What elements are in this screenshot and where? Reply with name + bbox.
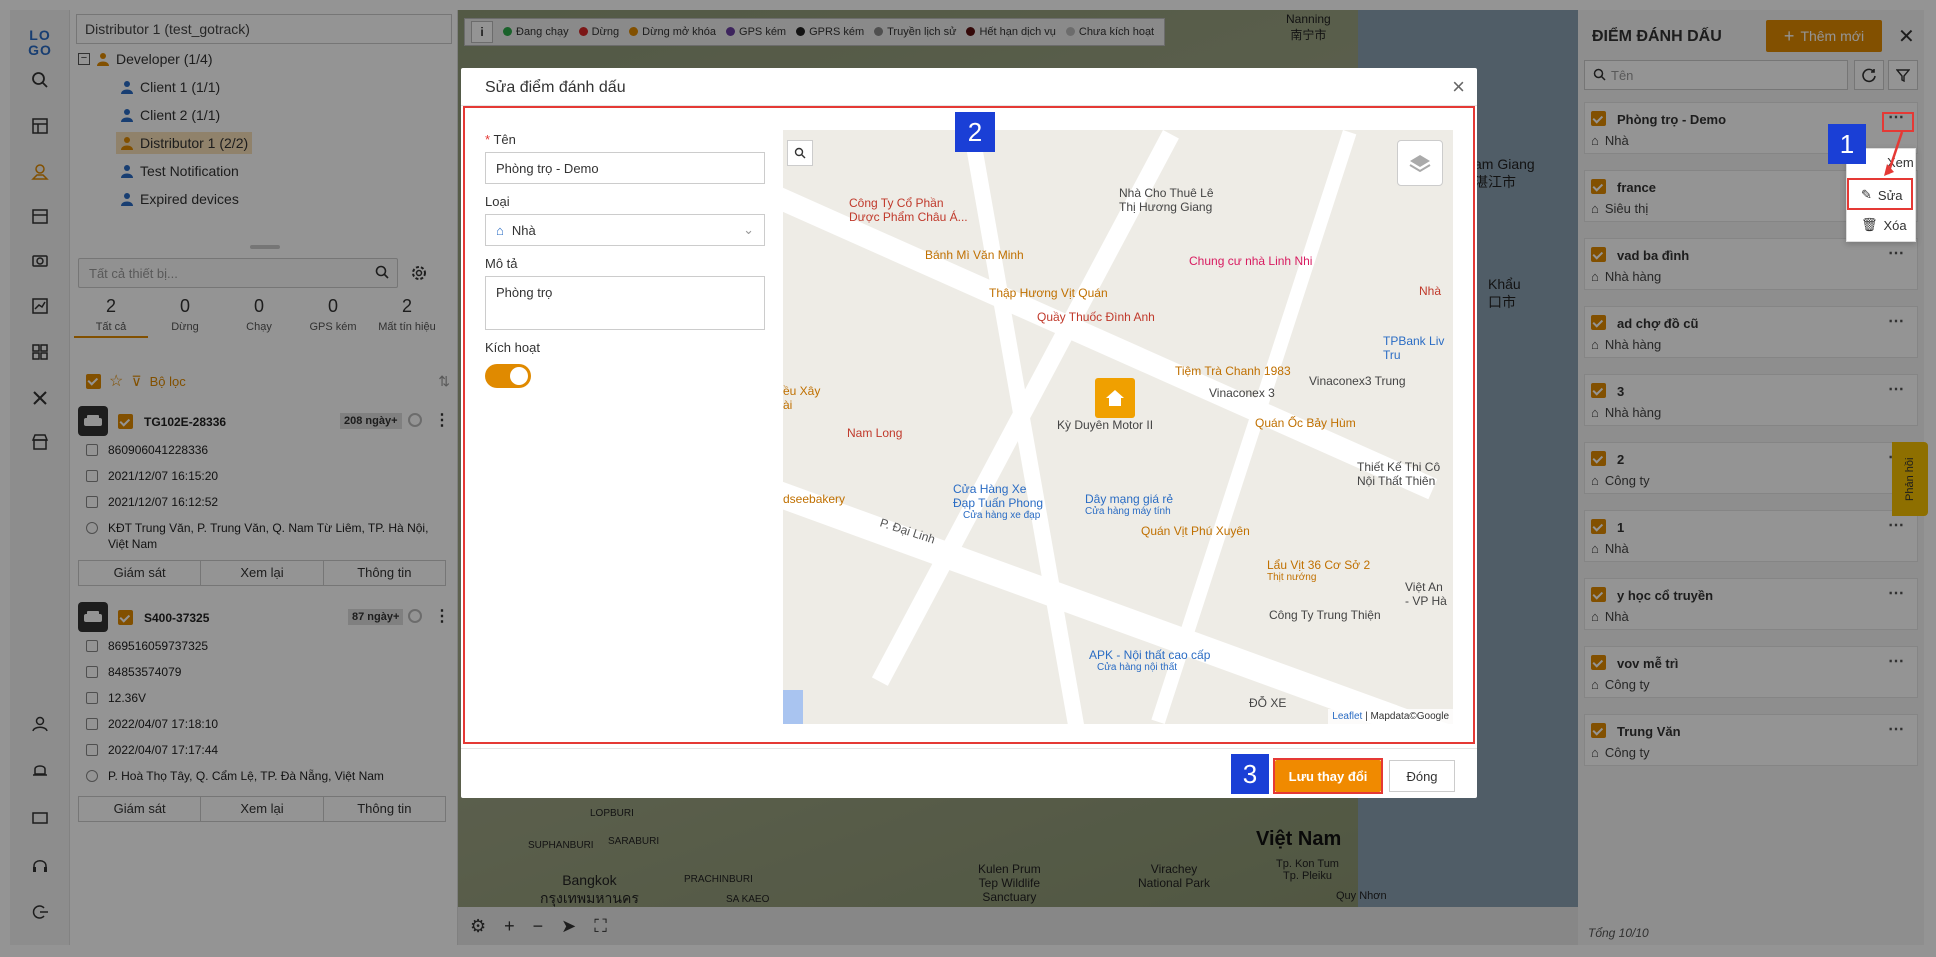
type-label: Loại	[485, 194, 510, 209]
poi-label: Quầy Thuốc Đình Anh	[1037, 310, 1155, 324]
marker-home-pin-icon[interactable]	[1095, 378, 1135, 418]
save-changes-button[interactable]: Lưu thay đổi	[1275, 760, 1381, 792]
layers-icon[interactable]	[1397, 140, 1443, 186]
dialog-header: Sửa điểm đánh dấu ×	[461, 68, 1477, 106]
poi-label: Cửa Hàng Xe Đạp Tuấn Phong	[953, 482, 1044, 510]
poi-label: Vinaconex 3	[1209, 386, 1275, 400]
poi-label: ĐỖ XE	[1249, 696, 1287, 710]
edit-marker-dialog: Sửa điểm đánh dấu × * Tên Phòng trọ - De…	[461, 68, 1477, 798]
name-input[interactable]: Phòng trọ - Demo	[485, 152, 765, 184]
poi-label: Quán Ốc Bảy Hùm	[1255, 416, 1356, 430]
poi-label: Tiệm Trà Chanh 1983	[1175, 364, 1291, 378]
dialog-close-icon[interactable]: ×	[1452, 74, 1465, 100]
active-label: Kích hoạt	[485, 340, 540, 355]
poi-label: Thiết Kế Thi Cô Nội Thất Thiên	[1357, 460, 1441, 488]
poi-label: Dây mạng giá rẻ	[1085, 492, 1174, 506]
trash-icon: 🗑	[1861, 217, 1878, 232]
poi-sublabel: Thịt nướng	[1267, 572, 1317, 583]
poi-label: Vinaconex3 Trung	[1309, 374, 1406, 388]
poi-label: Nam Long	[847, 426, 903, 440]
type-select[interactable]: ⌂ Nhà ⌄	[485, 214, 765, 246]
dialog-title: Sửa điểm đánh dấu	[485, 79, 626, 96]
map-search-icon[interactable]	[787, 140, 813, 166]
poi-sublabel: Cửa hàng nội thất	[1097, 662, 1178, 673]
type-value: Nhà	[511, 222, 536, 238]
menu-delete[interactable]: 🗑 Xóa	[1861, 217, 1907, 233]
description-label: Mô tả	[485, 256, 518, 271]
poi-label: dseebakery	[783, 492, 846, 506]
annotation-badge-1: 1	[1828, 124, 1866, 164]
map-attribution: Leaflet | Mapdata©Google	[1328, 709, 1453, 724]
poi-label: ều Xây ài	[783, 384, 821, 412]
poi-label: Việt An - VP Hà	[1405, 580, 1447, 608]
name-label: * Tên	[485, 132, 516, 147]
water	[783, 690, 803, 724]
poi-label: APK - Nội thất cao cấp	[1089, 648, 1211, 662]
poi-label: Kỳ Duyên Motor II	[1057, 418, 1154, 432]
poi-label: Chung cư nhà Linh Nhi	[1189, 254, 1313, 268]
annotation-arrow	[1884, 131, 1904, 176]
home-icon: ⌂	[496, 222, 504, 238]
poi-sublabel: Cửa hàng xe đạp	[963, 510, 1041, 521]
description-textarea[interactable]: Phòng trọ	[485, 276, 765, 330]
app-root: LO GO Distributor 1 (test_gotrack) − Deve…	[0, 0, 1936, 957]
leaflet-link[interactable]: Leaflet	[1332, 711, 1362, 722]
poi-label: Thập Hương Vịt Quán	[989, 286, 1108, 300]
poi-sublabel: Cửa hàng máy tính	[1085, 506, 1171, 517]
poi-label: Lẩu Vịt 36 Cơ Sở 2	[1267, 558, 1371, 572]
poi-label: Bánh Mì Văn Minh	[925, 248, 1024, 262]
poi-label: Nhà Cho Thuê Lê Thị Hương Giang	[1119, 186, 1214, 214]
annotation-badge-2: 2	[955, 112, 995, 152]
active-toggle[interactable]	[485, 364, 531, 388]
poi-label: Quán Vịt Phú Xuyên	[1141, 524, 1250, 538]
location-map[interactable]: Công Ty Cổ Phần Dược Phẩm Châu Á... Nhà …	[783, 130, 1453, 724]
poi-label: Công Ty Trung Thiện	[1269, 608, 1381, 622]
poi-label: Công Ty Cổ Phần Dược Phẩm Châu Á...	[849, 196, 968, 224]
close-button[interactable]: Đóng	[1389, 760, 1455, 792]
chevron-down-icon: ⌄	[743, 222, 754, 237]
poi-label: Nhà	[1419, 284, 1442, 298]
poi-label: TPBank Liv Tru	[1383, 334, 1445, 362]
annotation-badge-3: 3	[1231, 754, 1269, 794]
